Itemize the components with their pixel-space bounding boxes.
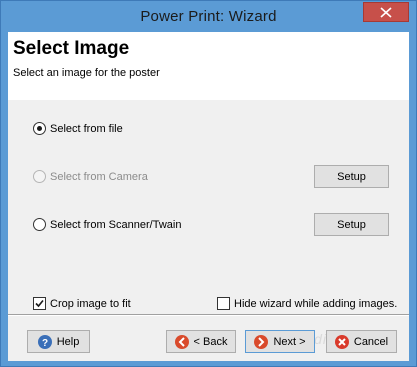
radio-button[interactable] [33, 218, 46, 231]
checkbox-unchecked[interactable] [217, 297, 230, 310]
help-icon: ? [37, 334, 52, 349]
radio-button [33, 170, 46, 183]
setup-scanner-button[interactable]: Setup [314, 213, 389, 236]
back-button[interactable]: < Back [166, 330, 236, 353]
close-icon [380, 7, 392, 18]
cancel-label: Cancel [353, 335, 389, 348]
next-label: Next > [273, 335, 306, 348]
radio-button-checked[interactable] [33, 122, 46, 135]
radio-label-camera: Select from Camera [50, 170, 148, 183]
help-label: Help [56, 335, 80, 348]
title-bar[interactable]: Power Print: Wizard [1, 1, 416, 32]
radio-select-from-scanner[interactable]: Select from Scanner/Twain [33, 218, 181, 231]
page-title: Select Image [13, 38, 130, 59]
hide-wizard-checkbox[interactable]: Hide wizard while adding images. [217, 297, 397, 310]
radio-select-from-camera: Select from Camera [33, 170, 148, 183]
close-button[interactable] [363, 2, 409, 22]
next-arrow-icon [254, 334, 269, 349]
crop-image-label: Crop image to fit [50, 297, 131, 310]
checkmark-icon [35, 299, 44, 308]
radio-label-file: Select from file [50, 122, 123, 135]
cancel-button[interactable]: Cancel [326, 330, 397, 353]
wizard-window: Power Print: Wizard Select Image Select … [0, 0, 417, 367]
setup-scanner-label: Setup [337, 218, 366, 231]
crop-image-checkbox[interactable]: Crop image to fit [33, 297, 131, 310]
setup-camera-label: Setup [337, 170, 366, 183]
back-label: < Back [193, 335, 228, 348]
help-button[interactable]: ? Help [27, 330, 90, 353]
wizard-client-area: Select Image Select an image for the pos… [8, 32, 409, 361]
page-subtitle: Select an image for the poster [13, 67, 160, 79]
cancel-x-icon [334, 334, 349, 349]
hide-wizard-label: Hide wizard while adding images. [234, 297, 398, 310]
window-title: Power Print: Wizard [140, 8, 277, 25]
footer-divider-highlight [8, 315, 409, 316]
radio-select-from-file[interactable]: Select from file [33, 122, 123, 135]
checkbox-checked[interactable] [33, 297, 46, 310]
setup-camera-button[interactable]: Setup [314, 165, 389, 188]
back-arrow-icon [174, 334, 189, 349]
svg-text:?: ? [42, 338, 48, 349]
next-button[interactable]: Next > [245, 330, 315, 353]
radio-label-scanner: Select from Scanner/Twain [50, 218, 182, 231]
wizard-header: Select Image Select an image for the pos… [8, 32, 409, 100]
header-divider [8, 99, 409, 100]
